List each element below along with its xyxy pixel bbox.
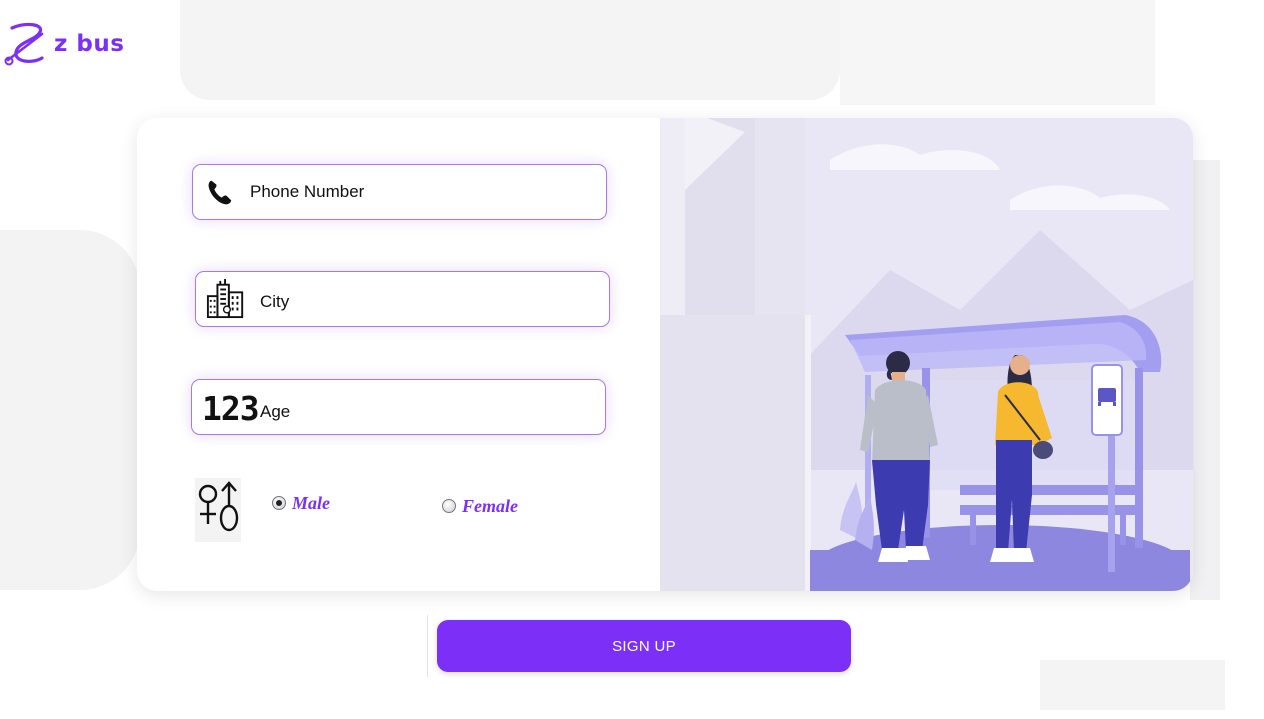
male-radio[interactable] (272, 496, 286, 510)
gender-symbols-icon (195, 478, 241, 542)
city-placeholder: City (260, 292, 290, 311)
brand-name: z bus (54, 31, 125, 57)
age-placeholder: Age (260, 402, 291, 421)
number-123-icon: 123 (202, 389, 260, 428)
female-radio[interactable] (442, 499, 456, 513)
city-buildings-icon (205, 278, 247, 320)
brand-logo[interactable]: z bus (2, 20, 124, 68)
sign-up-button[interactable]: SIGN UP (437, 620, 851, 672)
age-field[interactable]: 123 Age (191, 379, 606, 435)
signup-card: Phone Number City 123 Age Male Female (137, 118, 1193, 591)
female-label[interactable]: Female (462, 496, 518, 517)
divider (427, 615, 428, 677)
couple-at-bus-stop-illustration (660, 118, 1193, 591)
male-radio-selected-dot (276, 500, 282, 506)
phone-field[interactable]: Phone Number (192, 164, 607, 220)
male-label[interactable]: Male (292, 493, 330, 514)
phone-icon (205, 177, 235, 207)
phone-placeholder: Phone Number (250, 182, 365, 201)
z-bus-logo-icon (4, 22, 44, 66)
city-field[interactable]: City (195, 271, 610, 327)
